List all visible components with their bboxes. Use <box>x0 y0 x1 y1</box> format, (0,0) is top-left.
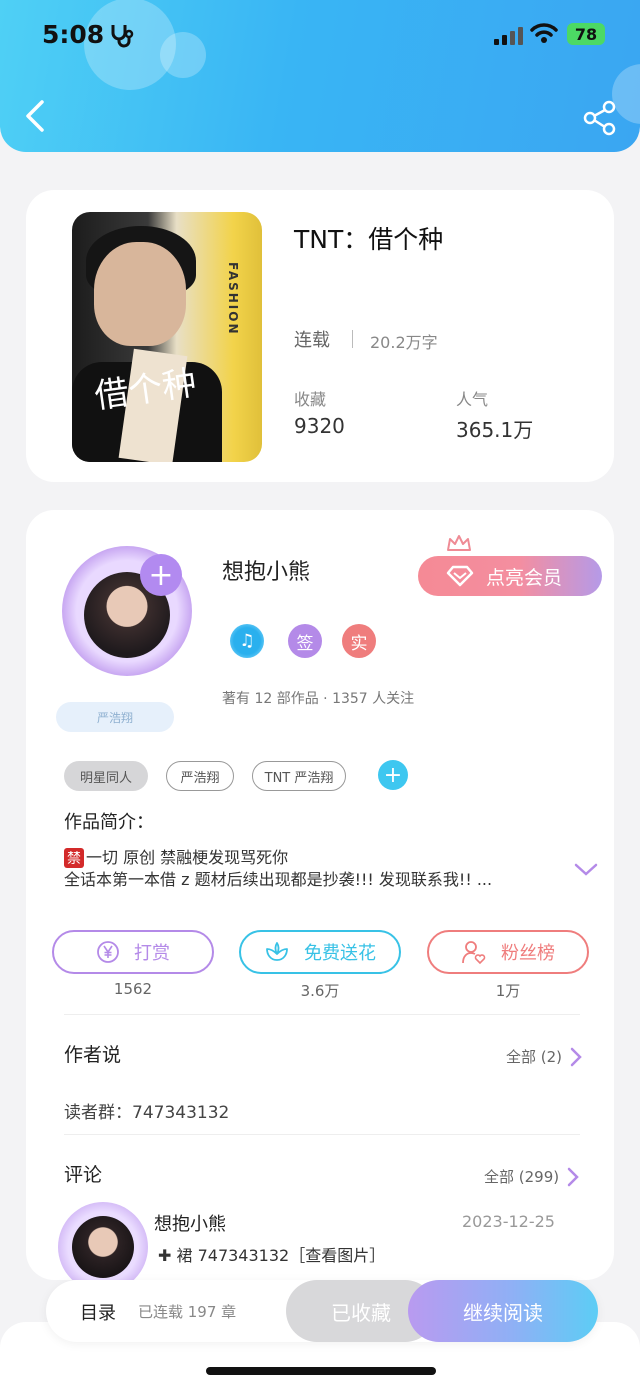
intro-text-1: 一切 原创 禁融梗发现骂死你 <box>86 848 289 867</box>
send-flower-label: 免费送花 <box>304 943 376 964</box>
back-button[interactable] <box>20 96 52 136</box>
tag-item[interactable]: TNT 严浩翔 <box>252 761 346 791</box>
vip-label: 点亮会员 <box>486 566 563 589</box>
favorites-label: 收藏 <box>294 390 327 409</box>
comment-date: 2023-12-25 <box>462 1212 555 1231</box>
tip-count: 1562 <box>113 980 153 998</box>
commenter-name[interactable]: 想抱小熊 <box>154 1210 226 1236</box>
author-says-more-label: 全部 (2) <box>506 1048 563 1066</box>
divider <box>64 1014 580 1015</box>
diamond-icon <box>446 565 474 587</box>
comment-text[interactable]: ✚ 裙 747343132［查看图片］ <box>158 1242 385 1266</box>
name-tag-text: 严浩翔 <box>96 710 133 725</box>
yen-coin-icon <box>97 941 119 963</box>
battery-level: 78 <box>574 24 598 44</box>
flower-count: 3.6万 <box>300 982 340 1000</box>
popularity-label: 人气 <box>456 390 489 409</box>
book-status: 连载 <box>294 330 330 351</box>
continue-reading-button[interactable]: 继续阅读 <box>408 1280 598 1342</box>
flower-icon <box>266 942 288 961</box>
author-name[interactable]: 想抱小熊 <box>222 554 310 586</box>
add-tag-button[interactable]: + <box>378 760 408 790</box>
ban-badge: 禁 <box>64 848 84 868</box>
tag-item[interactable]: 明星同人 <box>64 761 148 791</box>
signed-badge[interactable]: 签 <box>288 624 322 658</box>
comments-more-label: 全部 (299) <box>484 1168 560 1186</box>
cell-signal-icon <box>494 27 523 45</box>
toc-button[interactable]: 目录 <box>80 1299 116 1325</box>
cover-vertical-text: FASHION <box>226 262 240 336</box>
crown-icon <box>446 534 472 558</box>
book-cover[interactable]: FASHION 借个种 <box>72 212 262 462</box>
favorites-value: 9320 <box>294 414 345 438</box>
wifi-icon <box>530 22 558 48</box>
tip-button[interactable]: 打赏 <box>52 930 214 974</box>
battery-icon: 78 <box>567 23 605 45</box>
vip-button[interactable]: 点亮会员 <box>418 556 602 596</box>
author-says-title: 作者说 <box>64 1044 122 1066</box>
tip-label: 打赏 <box>134 943 170 964</box>
stethoscope-icon <box>108 22 134 52</box>
tag-item[interactable]: 严浩翔 <box>166 761 234 791</box>
intro-line-1: 禁一切 原创 禁融梗发现骂死你 <box>64 844 288 868</box>
intro-label: 作品简介： <box>64 812 154 833</box>
intro-line-2: 全话本第一本借 z 题材后续出现都是抄袭!!! 发现联系我!! ... <box>64 870 493 889</box>
chevron-right-icon <box>567 1167 579 1186</box>
home-indicator[interactable] <box>206 1367 436 1375</box>
music-badge-icon[interactable]: ♫ <box>230 624 264 658</box>
status-time: 5:08 <box>42 20 105 49</box>
follow-plus-button[interactable]: + <box>140 554 182 596</box>
divider <box>64 1134 580 1135</box>
commenter-avatar[interactable] <box>56 1202 152 1280</box>
cover-figure-face <box>94 242 186 346</box>
divider <box>352 330 353 348</box>
book-word-count: 20.2万字 <box>370 333 438 352</box>
book-title: TNT：借个种 <box>294 225 444 254</box>
reader-group: 读者群：747343132 <box>64 1103 230 1123</box>
comments-title: 评论 <box>64 1164 103 1186</box>
author-card: + 严浩翔 想抱小熊 点亮会员 ♫ 签 实 著有 12 部作品 · 1357 人… <box>26 510 614 1280</box>
user-heart-icon <box>462 941 486 965</box>
author-says-more[interactable]: 全部 (2) <box>506 1046 582 1067</box>
popularity-value: 365.1万 <box>456 418 534 442</box>
chapter-count: 已连载 197 章 <box>138 1303 237 1321</box>
verified-badge[interactable]: 实 <box>342 624 376 658</box>
avatar-image <box>72 1216 134 1278</box>
author-meta: 著有 12 部作品 · 1357 人关注 <box>222 691 415 707</box>
fan-rank-button[interactable]: 粉丝榜 <box>427 930 589 974</box>
send-flower-button[interactable]: 免费送花 <box>239 930 401 974</box>
author-name-tag: 严浩翔 <box>56 702 174 732</box>
bottom-action-bar: 目录 已连载 197 章 已收藏 继续阅读 <box>46 1280 598 1342</box>
book-info-card: FASHION 借个种 TNT：借个种 连载 20.2万字 收藏 9320 人气… <box>26 190 614 482</box>
chevron-right-icon <box>570 1047 582 1066</box>
fan-count: 1万 <box>495 982 521 1000</box>
status-bar: 5:08 78 <box>0 0 640 70</box>
fan-rank-label: 粉丝榜 <box>501 943 555 964</box>
share-button[interactable] <box>582 100 618 136</box>
comments-more[interactable]: 全部 (299) <box>484 1166 579 1187</box>
expand-chevron-down-icon[interactable] <box>574 862 598 881</box>
top-header: 5:08 78 <box>0 0 640 152</box>
